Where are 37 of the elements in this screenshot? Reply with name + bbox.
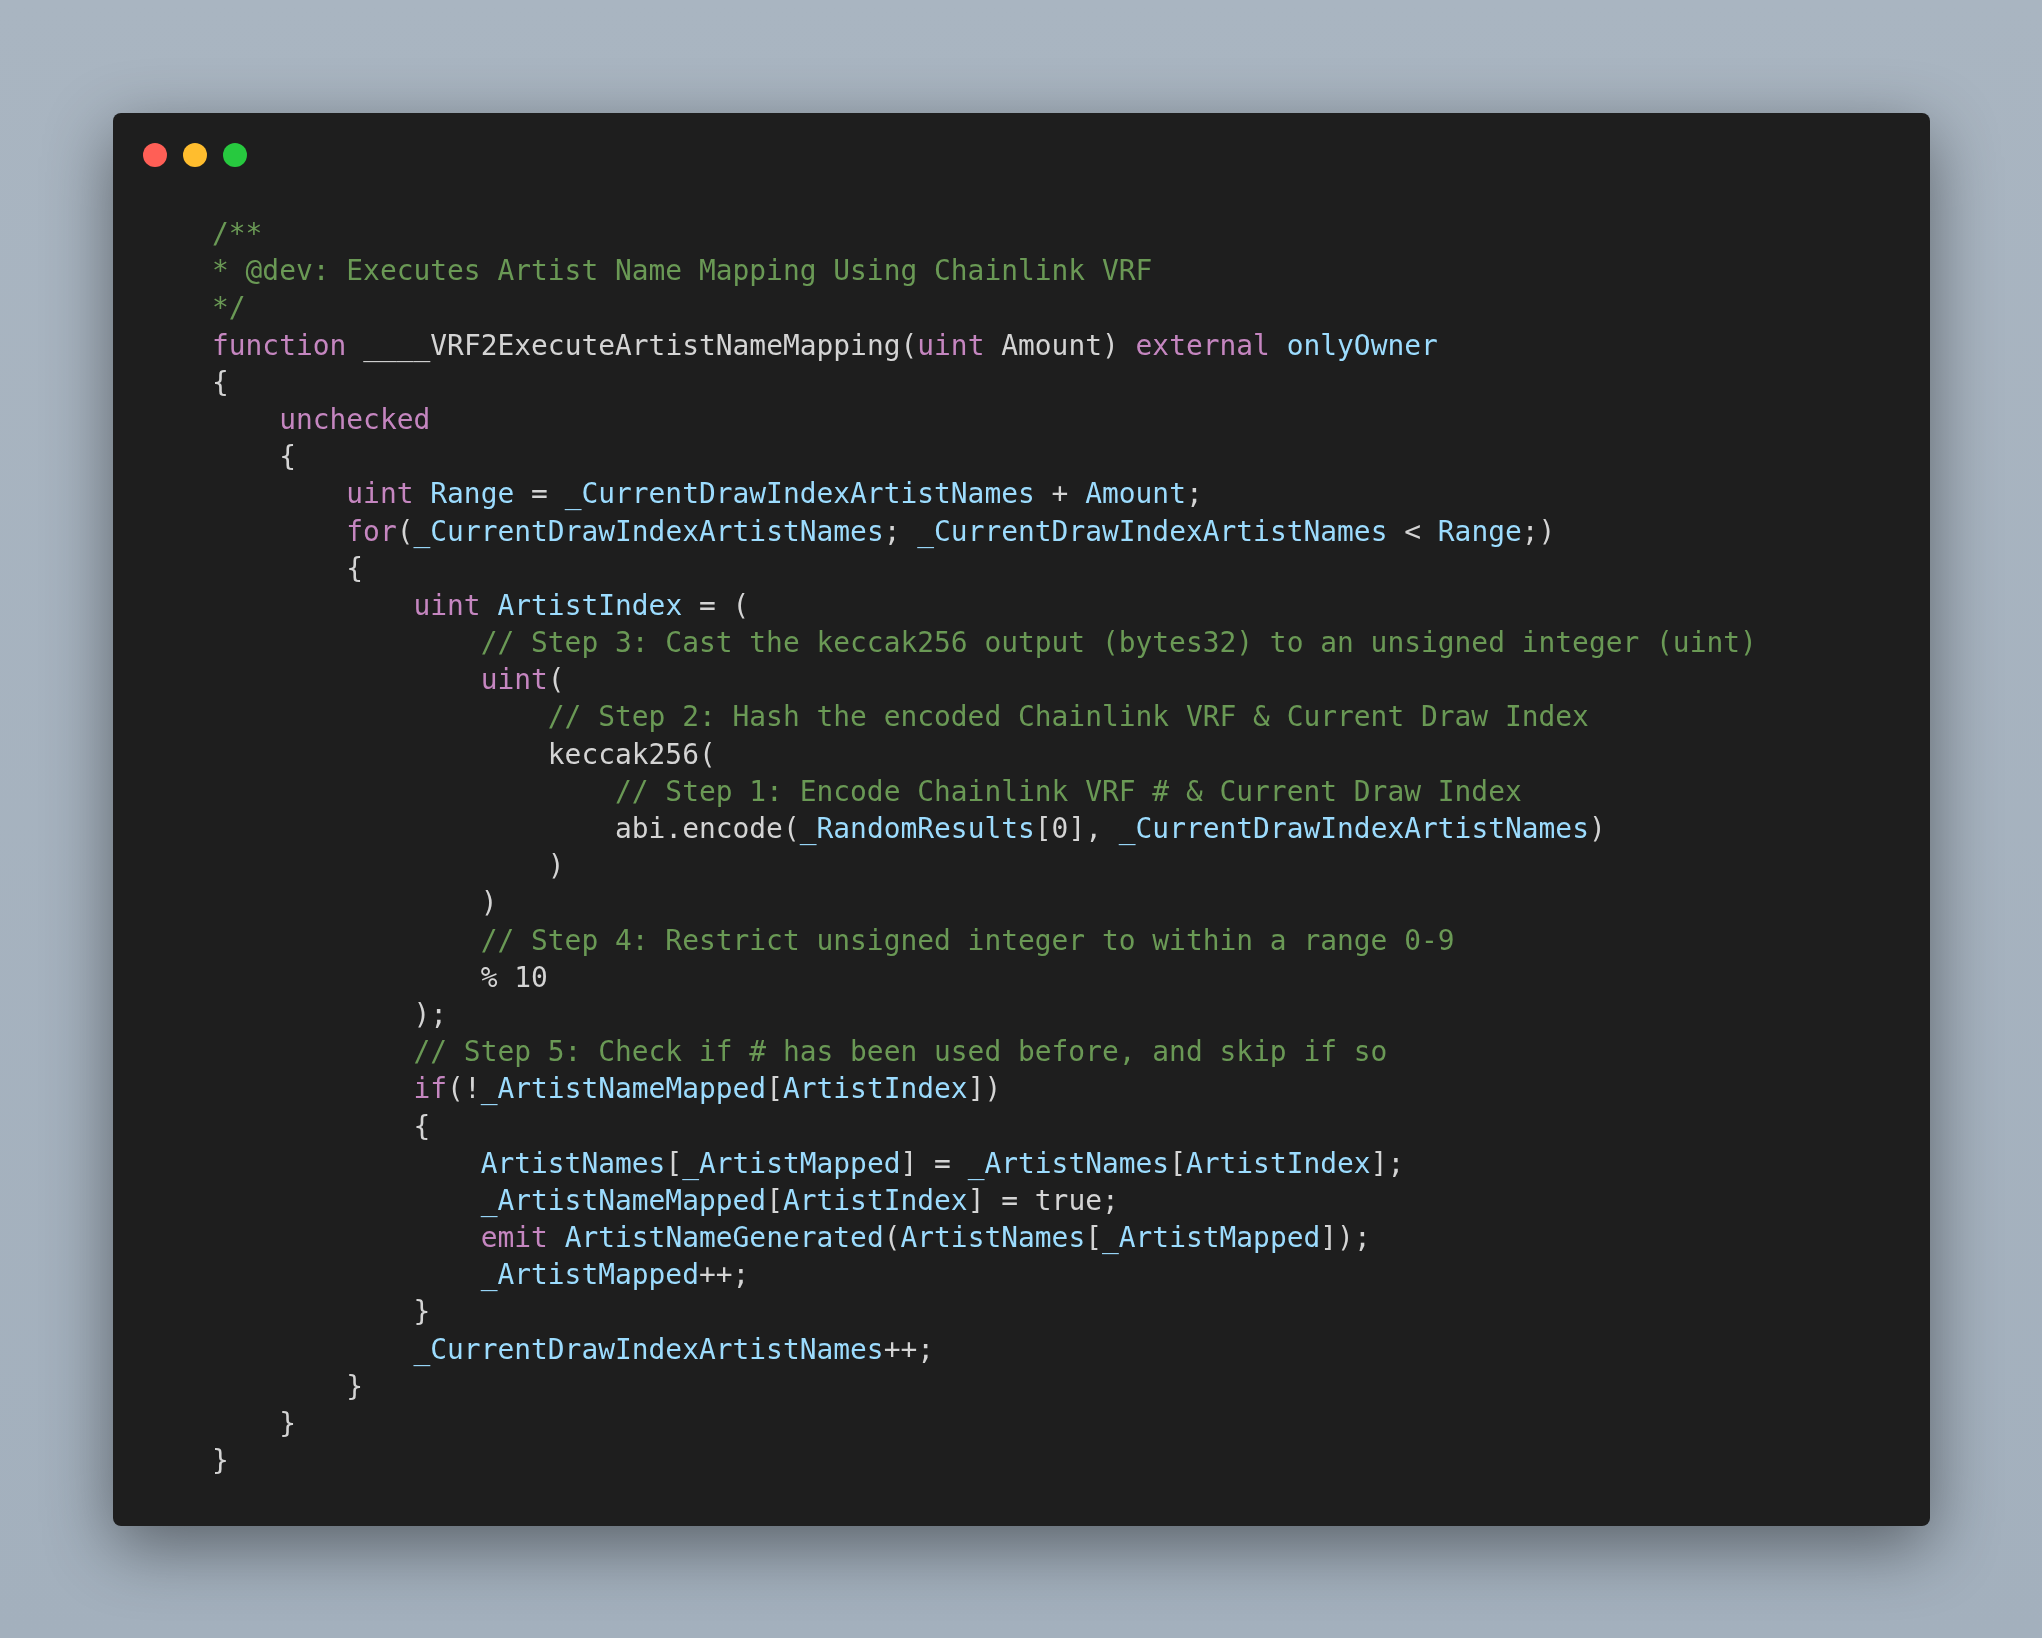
zoom-button[interactable] [223,143,247,167]
code-line: // Step 4: Restrict unsigned integer to within a range 0-9 [479,922,1455,959]
code-line: ) [546,848,565,885]
code-line: } [278,1406,296,1442]
code-line: { [278,439,296,476]
minimize-button[interactable] [183,143,207,167]
code-line: // Step 5: Check if # has been used before, and skip if so [412,1034,1388,1071]
code-line: abi.encode(_RandomResults[0], _CurrentDrawIndexArtistNames) [614,811,1606,847]
code-line: // Step 3: Cast the keccak256 output (bytes32) to an unsigned integer (uint) [479,625,1757,662]
code-line: */ [212,290,246,327]
code-line: keccak256( [546,736,716,773]
close-button[interactable] [143,143,167,167]
code-line: /** [212,216,263,252]
code-line: _ArtistNameMapped[ArtistIndex] = true; [479,1182,1119,1219]
code-line: { [212,364,229,401]
code-line: ) [479,885,498,922]
code-line: _ArtistMapped++; [479,1257,750,1294]
code-line: ArtistNames[_ArtistMapped] = _ArtistNames[ArtistIndex]; [479,1145,1405,1182]
code-line: // Step 2: Hash the encoded Chainlink VRF & Current Draw Index [546,699,1589,736]
code-line: if(!_ArtistNameMapped[ArtistIndex]) [412,1071,1002,1108]
code-line: { [345,550,364,587]
code-line: % 10 [479,959,548,996]
code-line: { [412,1108,431,1145]
code-line: _CurrentDrawIndexArtistNames++; [412,1331,935,1368]
code-line: unchecked [278,401,431,438]
code-line: emit ArtistNameGenerated(ArtistNames[_ArtistMapped]); [479,1220,1371,1257]
code-line: uint ArtistIndex = ( [412,587,750,624]
code-line: // Step 1: Encode Chainlink VRF # & Current Draw Index [614,773,1522,810]
code-line: function ____VRF2ExecuteArtistNameMapping(uint Amount) external onlyOwner [212,327,1438,364]
code-line: } [212,1443,229,1480]
code-line: * @dev: Executes Artist Name Mapping Using Chainlink VRF [212,253,1153,290]
code-line: ); [412,996,448,1033]
code-line: uint( [479,662,565,699]
code-line: } [412,1294,431,1331]
code-line: } [345,1368,364,1405]
code-line: for(_CurrentDrawIndexArtistNames; _CurrentDrawIndexArtistNames < Range;) [345,513,1556,550]
code-line: uint Range = _CurrentDrawIndexArtistNames + Amount; [345,476,1203,513]
